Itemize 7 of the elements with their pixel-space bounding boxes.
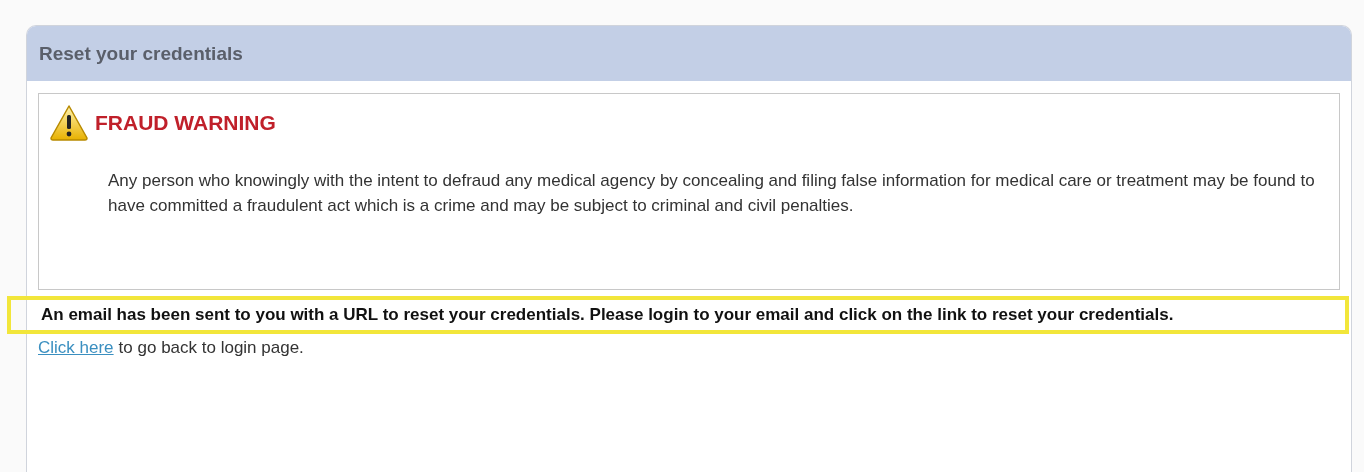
warning-title: FRAUD WARNING bbox=[95, 111, 276, 135]
click-here-link[interactable]: Click here bbox=[38, 338, 114, 358]
warning-icon bbox=[49, 104, 89, 142]
panel-title: Reset your credentials bbox=[39, 42, 243, 65]
notice-text: An email has been sent to you with a URL to reset your credentials. Please login to your email and click on the link to reset your credentials. bbox=[7, 296, 1349, 334]
warning-text: Any person who knowingly with the intent to defraud any medical agency by concealing and filing false information for medical care or treatment may be found to have committed a fraudulent act which is a crime and may be subject to criminal and civil penalties. bbox=[108, 170, 1316, 217]
back-text: to go back to login page. bbox=[118, 338, 304, 358]
